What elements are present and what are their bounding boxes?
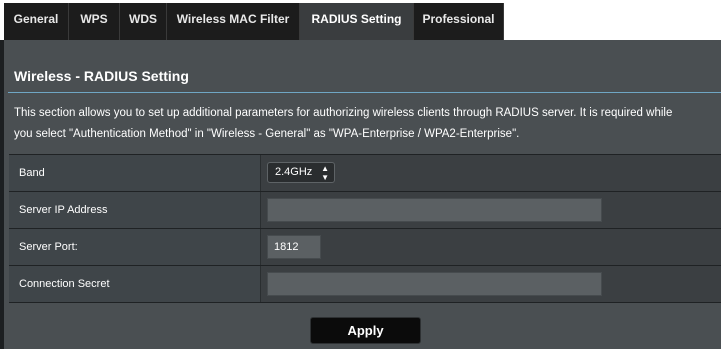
tab-general[interactable]: General — [4, 3, 69, 40]
connection-secret-label: Connection Secret — [9, 266, 261, 302]
server-ip-row: Server IP Address — [9, 192, 721, 229]
description-line-1: This section allows you to set up additi… — [14, 107, 673, 119]
tab-wds[interactable]: WDS — [120, 3, 167, 40]
band-label: Band — [9, 155, 261, 191]
title-divider — [8, 92, 721, 93]
tab-bar: General WPS WDS Wireless MAC Filter RADI… — [0, 0, 721, 40]
server-ip-label: Server IP Address — [9, 192, 261, 228]
band-select[interactable]: 2.4GHz ▲ ▼ — [267, 162, 335, 183]
connection-secret-value-cell — [262, 266, 721, 302]
band-selected-value: 2.4GHz — [275, 166, 313, 178]
connection-secret-row: Connection Secret — [9, 266, 721, 303]
page-title: Wireless - RADIUS Setting — [14, 68, 189, 84]
connection-secret-input[interactable] — [267, 272, 602, 296]
band-row: Band 2.4GHz ▲ ▼ — [9, 155, 721, 192]
server-port-label: Server Port: — [9, 229, 261, 265]
radius-settings-form: Band 2.4GHz ▲ ▼ Server IP Address Server … — [9, 154, 721, 303]
server-port-input[interactable] — [267, 235, 321, 259]
tab-wireless-mac-filter[interactable]: Wireless MAC Filter — [167, 3, 300, 40]
server-ip-value-cell — [262, 192, 721, 228]
tab-professional[interactable]: Professional — [414, 3, 504, 40]
server-port-row: Server Port: — [9, 229, 721, 266]
tab-radius-setting[interactable]: RADIUS Setting — [300, 3, 414, 40]
select-updown-icon: ▲ ▼ — [321, 164, 329, 182]
apply-button[interactable]: Apply — [310, 317, 421, 344]
band-value-cell: 2.4GHz ▲ ▼ — [262, 155, 721, 191]
description-line-2: you select "Authentication Method" in "W… — [14, 128, 520, 140]
main-panel: Wireless - RADIUS Setting This section a… — [4, 40, 721, 349]
tab-wps[interactable]: WPS — [69, 3, 120, 40]
section-description: This section allows you to set up additi… — [14, 103, 721, 145]
server-ip-input[interactable] — [267, 198, 602, 222]
server-port-value-cell — [262, 229, 721, 265]
